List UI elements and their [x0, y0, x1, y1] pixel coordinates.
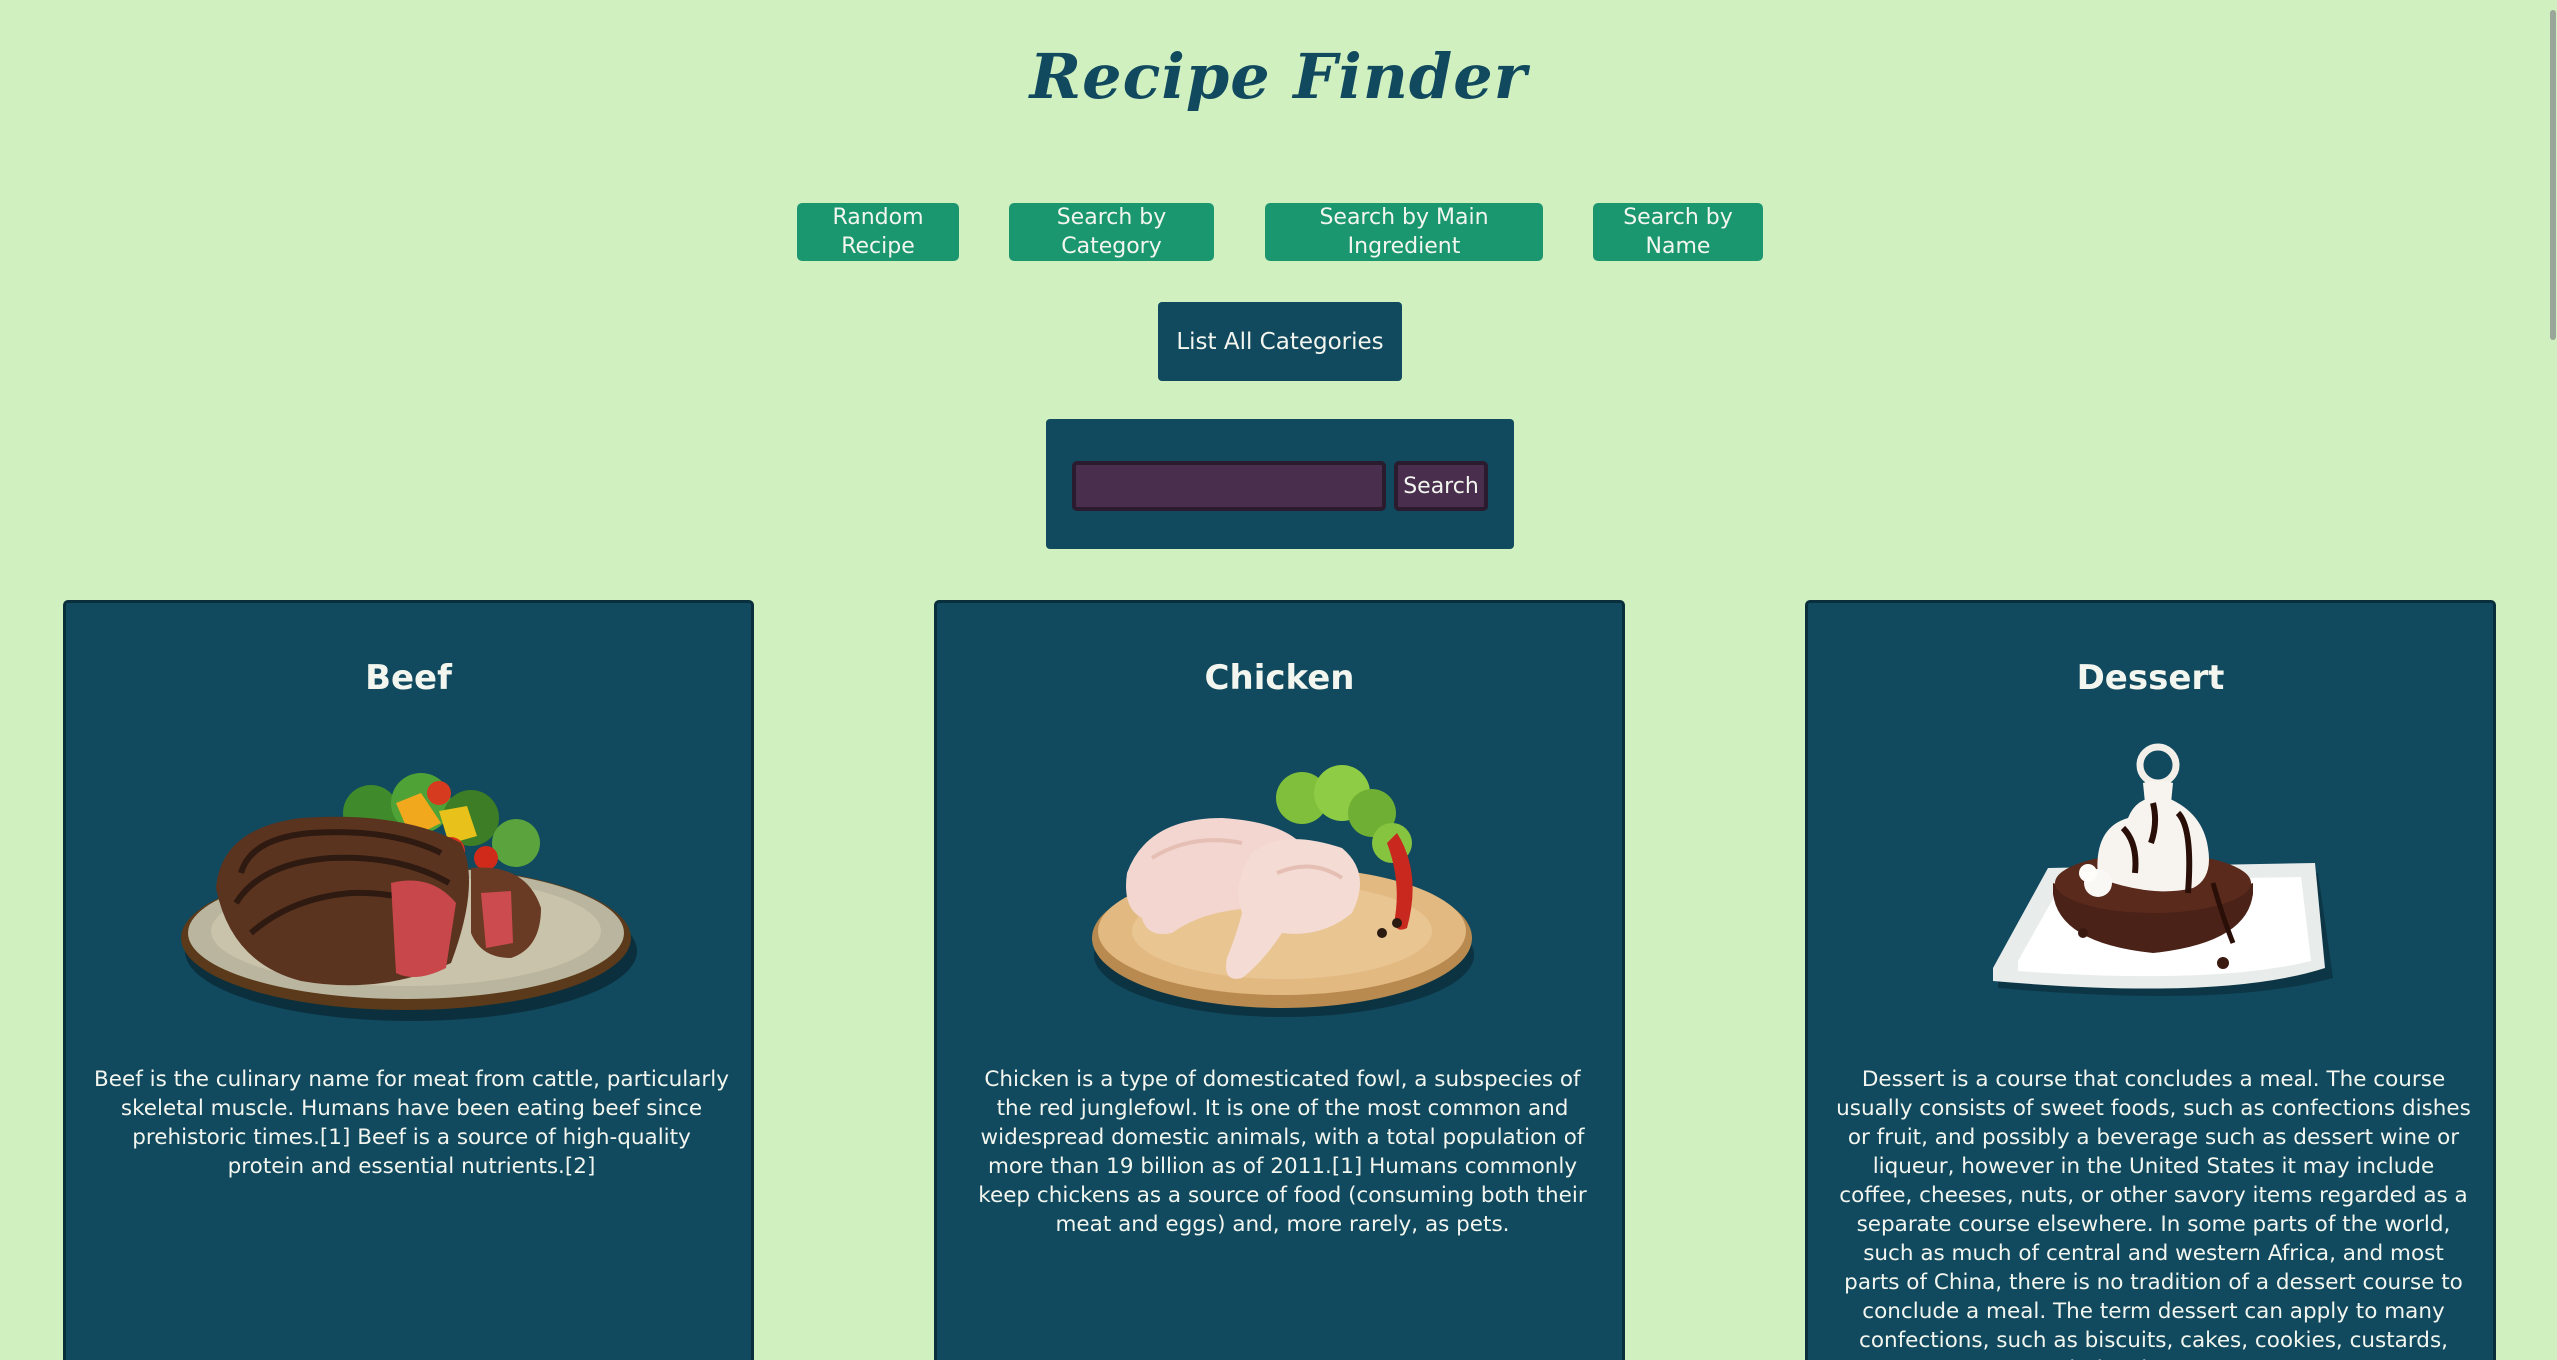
page: Recipe Finder Random Recipe Search by Ca… — [0, 0, 2557, 1360]
card-title: Beef — [365, 658, 452, 698]
chocolate-dessert-image — [1993, 743, 2333, 996]
page-title: Recipe Finder — [1029, 40, 1528, 113]
button-label-line: Search by — [1623, 205, 1733, 230]
beef-steak-image — [181, 773, 637, 1021]
button-label-line: Random — [832, 205, 924, 230]
button-label-line: Recipe — [841, 234, 915, 259]
category-card-dessert[interactable]: Dessert Dessert is a course that conclud… — [1805, 600, 2496, 1360]
card-description: Beef is the culinary name for meat from … — [94, 1067, 729, 1179]
search-mode-buttons: Random Recipe Search by Category Search … — [0, 203, 2557, 261]
category-card-chicken[interactable]: Chicken Chicken is a type of domesticate… — [934, 600, 1625, 1360]
button-label-line: Search by Main — [1319, 205, 1489, 230]
chicken-legs-image — [1092, 765, 1474, 1017]
search-by-category-button[interactable]: Search by Category — [1009, 203, 1214, 261]
random-recipe-button[interactable]: Random Recipe — [797, 203, 959, 261]
search-panel: Search — [1046, 419, 1514, 549]
card-title: Chicken — [1204, 658, 1355, 698]
card-description: Dessert is a course that concludes a mea… — [1836, 1067, 2471, 1360]
button-label-line: Search by — [1056, 205, 1167, 230]
search-input[interactable] — [1072, 461, 1386, 511]
list-all-categories-button[interactable]: List All Categories — [1158, 302, 1402, 381]
button-label-line: Category — [1061, 234, 1162, 259]
scrollbar-thumb[interactable] — [2550, 10, 2556, 340]
card-description: Chicken is a type of domesticated fowl, … — [978, 1067, 1587, 1237]
card-title: Dessert — [2076, 658, 2225, 698]
search-button[interactable]: Search — [1394, 461, 1488, 511]
search-by-name-button[interactable]: Search by Name — [1593, 203, 1763, 261]
button-label-line: Ingredient — [1347, 234, 1461, 259]
button-label-line: Name — [1645, 234, 1711, 259]
category-card-beef[interactable]: Beef Beef is the culinary name for meat … — [63, 600, 754, 1360]
search-by-main-ingredient-button[interactable]: Search by Main Ingredient — [1265, 203, 1543, 261]
